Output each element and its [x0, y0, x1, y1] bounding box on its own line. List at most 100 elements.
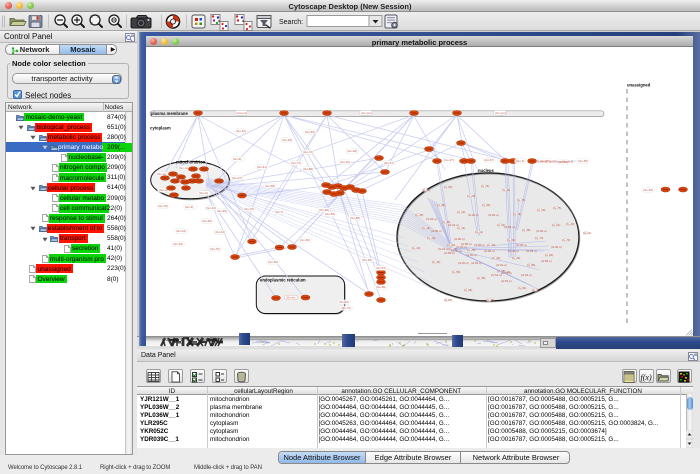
svg-text:(Gn-89): (Gn-89)	[303, 167, 313, 171]
svg-text:(G:84.u): (G:84.u)	[484, 249, 495, 253]
svg-text:(G:20.u): (G:20.u)	[468, 213, 479, 217]
svg-text:(G-06): (G-06)	[492, 256, 500, 260]
svg-text:(G:20.u): (G:20.u)	[458, 261, 469, 265]
svg-text:(G-75): (G-75)	[553, 206, 561, 210]
svg-text:(G-86): (G-86)	[527, 263, 535, 267]
svg-text:(G-74): (G-74)	[517, 198, 525, 202]
svg-text:(Gen.u00.uk)(Gen.u0)(unk.0): (Gen.u00.uk)(Gen.u0)(unk.0)	[536, 160, 573, 164]
svg-text:(G-66): (G-66)	[444, 298, 452, 302]
svg-text:(Gn-62): (Gn-62)	[643, 188, 653, 192]
svg-text:(Gn-67): (Gn-67)	[484, 158, 494, 162]
svg-text:(Gn-39): (Gn-39)	[282, 138, 292, 142]
svg-text:(Gn-68): (Gn-68)	[265, 184, 275, 188]
svg-text:(G-36): (G-36)	[522, 228, 530, 232]
svg-text:(Gn-45): (Gn-45)	[362, 258, 372, 262]
svg-text:(G:56.u): (G:56.u)	[541, 259, 552, 263]
svg-text:(G-20): (G-20)	[566, 222, 574, 226]
svg-text:(Gn-3): (Gn-3)	[516, 159, 524, 163]
svg-text:(G:54.u): (G:54.u)	[491, 273, 502, 277]
svg-text:(Gn-24): (Gn-24)	[176, 229, 186, 233]
svg-text:(G-70): (G-70)	[427, 236, 435, 240]
svg-text:(Gn-41): (Gn-41)	[257, 165, 267, 169]
svg-text:(Gn-64): (Gn-64)	[215, 230, 225, 234]
svg-text:(Gn-pm): (Gn-pm)	[495, 111, 506, 115]
svg-text:(Gn-7): (Gn-7)	[275, 210, 283, 214]
svg-text:(Gn-59): (Gn-59)	[325, 212, 335, 216]
svg-text:(G-72): (G-72)	[562, 238, 570, 242]
svg-text:(G:52.u): (G:52.u)	[501, 279, 512, 283]
svg-text:(Gn-67): (Gn-67)	[384, 161, 394, 165]
svg-text:(G-56): (G-56)	[452, 270, 460, 274]
svg-text:(G-11): (G-11)	[502, 188, 510, 192]
svg-text:plasma membrane: plasma membrane	[151, 111, 188, 116]
svg-text:(G-45): (G-45)	[415, 213, 423, 217]
svg-text:endoplasmic reticulum: endoplasmic reticulum	[260, 278, 306, 283]
svg-text:(G-12): (G-12)	[457, 210, 465, 214]
svg-text:(Gn-34): (Gn-34)	[173, 242, 183, 246]
svg-text:(Gn-m): (Gn-m)	[179, 166, 188, 170]
svg-text:(G-40): (G-40)	[487, 243, 495, 247]
svg-text:(Gn-pm): (Gn-pm)	[237, 111, 248, 115]
svg-text:(Gn-70): (Gn-70)	[244, 207, 254, 211]
svg-text:(Gn-pm): (Gn-pm)	[361, 111, 372, 115]
svg-text:f(x): f(x)	[641, 373, 652, 382]
svg-text:Search:: Search:	[279, 19, 303, 26]
svg-text:(Gn-40): (Gn-40)	[202, 219, 212, 223]
svg-text:(G-70): (G-70)	[535, 236, 543, 240]
svg-text:(Gn-18): (Gn-18)	[347, 149, 357, 153]
svg-text:(Gn-81): (Gn-81)	[236, 129, 246, 133]
svg-text:(G:50.u): (G:50.u)	[551, 245, 562, 249]
svg-text:(Gn-9): (Gn-9)	[185, 205, 193, 209]
svg-text:(G:22.u): (G:22.u)	[448, 223, 459, 227]
svg-text:(G:80.u): (G:80.u)	[454, 237, 465, 241]
svg-text:(G-20): (G-20)	[467, 194, 475, 198]
svg-text:(G-82): (G-82)	[482, 203, 490, 207]
svg-text:(G:84.u): (G:84.u)	[504, 225, 515, 229]
svg-text:(G-21): (G-21)	[422, 188, 430, 192]
svg-text:(Gn-72): (Gn-72)	[341, 306, 351, 310]
svg-text:(Gn-50): (Gn-50)	[268, 260, 278, 264]
svg-text:(G-35): (G-35)	[477, 276, 485, 280]
svg-text:(Gn-86): (Gn-86)	[376, 285, 386, 289]
svg-text:(Gn-m): (Gn-m)	[199, 191, 208, 195]
svg-text:(G-74): (G-74)	[481, 184, 489, 188]
svg-text:(Gn-27): (Gn-27)	[232, 176, 242, 180]
svg-text:(G:00.u): (G:00.u)	[536, 229, 547, 233]
svg-text:(Gn-22): (Gn-22)	[340, 160, 350, 164]
svg-text:mitochondrion: mitochondrion	[176, 160, 206, 165]
svg-text:(G:20.u): (G:20.u)	[488, 213, 499, 217]
svg-text:(G-00): (G-00)	[537, 208, 545, 212]
svg-text:(G-82): (G-82)	[437, 203, 445, 207]
svg-text:(G-26): (G-26)	[512, 256, 520, 260]
svg-text:(Gn-45): (Gn-45)	[217, 209, 227, 213]
svg-text:(Gn-65): (Gn-65)	[578, 159, 588, 163]
svg-text:(Gn-76): (Gn-76)	[210, 247, 220, 251]
svg-text:(G:54.u): (G:54.u)	[521, 273, 532, 277]
svg-text:(G-24): (G-24)	[422, 226, 430, 230]
svg-text:(G-81): (G-81)	[518, 286, 526, 290]
svg-text:unassigned: unassigned	[627, 83, 651, 88]
svg-text:(Gn-67): (Gn-67)	[376, 266, 386, 270]
svg-text:(G-83): (G-83)	[545, 253, 553, 257]
svg-text:cytoplasm: cytoplasm	[150, 126, 171, 131]
svg-text:(G-33): (G-33)	[432, 260, 440, 264]
svg-text:(Gn-31): (Gn-31)	[206, 206, 216, 210]
svg-text:(G:04.u): (G:04.u)	[426, 217, 437, 221]
svg-text:(G:86.u): (G:86.u)	[474, 243, 485, 247]
svg-text:(Gn-54): (Gn-54)	[305, 130, 315, 134]
svg-text:(Gn-71): (Gn-71)	[291, 161, 301, 165]
svg-text:(Gn-er): (Gn-er)	[286, 296, 295, 300]
svg-text:(G-11): (G-11)	[475, 230, 483, 234]
svg-text:(G:22.u): (G:22.u)	[438, 247, 449, 251]
svg-text:nucleus: nucleus	[478, 168, 494, 173]
svg-text:(G-62): (G-62)	[507, 238, 515, 242]
svg-text:(G:55.u): (G:55.u)	[461, 242, 472, 246]
svg-text:(G:50.u): (G:50.u)	[431, 229, 442, 233]
svg-text:(G-36): (G-36)	[486, 298, 494, 302]
svg-text:(G-83): (G-83)	[464, 288, 472, 292]
svg-text:(Gn-72): (Gn-72)	[303, 150, 313, 154]
svg-text:(G:04.u): (G:04.u)	[526, 249, 537, 253]
svg-text:(G-12): (G-12)	[583, 231, 591, 235]
svg-text:(G-61): (G-61)	[552, 223, 560, 227]
svg-text:(G:06.u): (G:06.u)	[516, 243, 527, 247]
